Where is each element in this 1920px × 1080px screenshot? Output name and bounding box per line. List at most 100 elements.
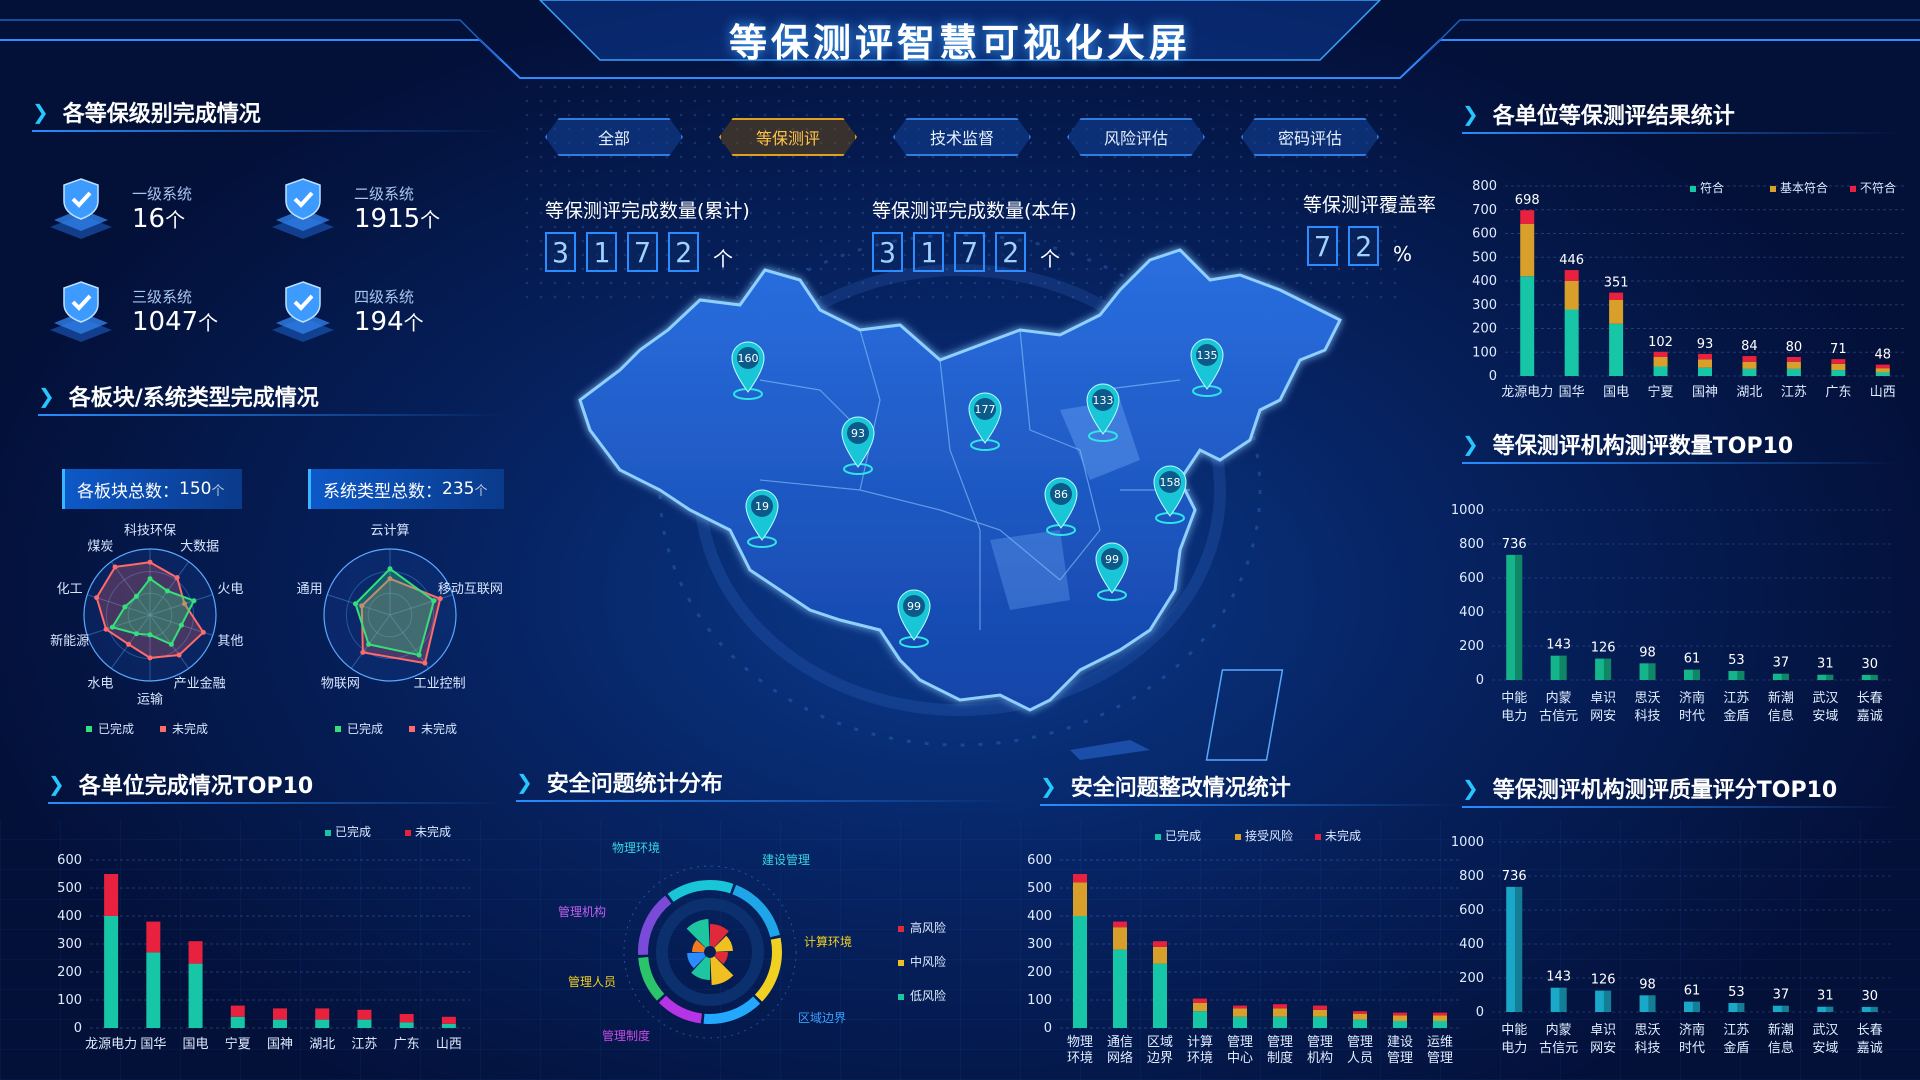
radar-axis-label: 物联网 (321, 676, 360, 691)
x-tick-label: 电力 (1501, 1041, 1527, 1056)
pin-value: 93 (851, 427, 865, 440)
x-tick-label: 信息 (1768, 1040, 1794, 1056)
radar-axis-label: 通用 (297, 582, 323, 597)
bar-segment (1653, 366, 1668, 376)
x-tick-label: 中心 (1227, 1051, 1253, 1066)
x-tick-label: 管理 (1227, 1035, 1253, 1050)
section-issues-title: ❯ 安全问题统计分布 (516, 762, 1016, 802)
x-tick-label: 中能 (1501, 691, 1527, 706)
data-label: 98 (1639, 977, 1656, 992)
x-tick-label: 思沃 (1635, 691, 1661, 706)
bar-segment (1313, 1005, 1327, 1010)
tab-risk[interactable]: 风险评估 (1067, 118, 1205, 156)
section-blocks-title: ❯ 各板块/系统类型完成情况 (38, 376, 508, 416)
x-tick-label: 江苏 (351, 1036, 377, 1052)
map-pin-icon[interactable]: 99 (892, 586, 936, 650)
radar-point (109, 624, 115, 630)
radar-chart-blocks: 科技环保大数据火电其他产业金融运输 水电 新能源 化工 煤炭 (50, 524, 243, 708)
x-tick-label: 济南 (1679, 1022, 1705, 1038)
radar-axis-label: 运输 (137, 691, 163, 707)
tab-all[interactable]: 全部 (545, 118, 683, 156)
y-tick-label: 1000 (1451, 503, 1484, 518)
map-pin-icon[interactable]: 93 (836, 413, 880, 477)
legend-item: 未完成 (409, 720, 457, 737)
data-label: 80 (1786, 340, 1803, 355)
radar-axis-label: 大数据 (180, 540, 219, 555)
radar-axis-label: 移动互联网 (438, 582, 503, 597)
level-label: 四级系统 (354, 287, 415, 306)
level-label: 三级系统 (132, 287, 193, 306)
data-label: 126 (1591, 973, 1616, 988)
legend-item: 已完成 (86, 720, 134, 737)
level-item: 一级系统 16个 (48, 175, 192, 241)
x-tick-label: 江苏 (1723, 690, 1749, 706)
legend-swatch (1850, 186, 1856, 192)
chart-issues-donut: 物理环境建设管理计算环境区域边界管理制度 管理人员 管理机构高风险中风险低风险 (558, 840, 946, 1043)
legend-swatch (1315, 834, 1321, 840)
bar-segment (104, 874, 119, 916)
map-pin-icon[interactable]: 177 (963, 389, 1007, 453)
y-tick-label: 200 (1027, 965, 1052, 980)
bar-segment (1113, 949, 1127, 1028)
legend-label: 中风险 (910, 954, 946, 969)
data-label: 48 (1875, 348, 1892, 363)
pin-value: 177 (975, 403, 996, 416)
radar-point (191, 598, 197, 604)
donut-label: 建设管理 (762, 852, 810, 867)
map-pin-icon[interactable]: 160 (726, 338, 770, 402)
map-pin-icon[interactable]: 135 (1185, 335, 1229, 399)
map-pin-icon[interactable]: 158 (1148, 462, 1192, 526)
data-label: 736 (1502, 869, 1527, 884)
shield-icon (50, 281, 112, 342)
radar-point (168, 641, 174, 647)
x-tick-label: 古信元 (1539, 1041, 1578, 1056)
bar-segment (1073, 916, 1087, 1028)
bar-segment (1831, 363, 1846, 371)
radar-point (200, 629, 206, 635)
radar-point (94, 595, 100, 601)
shield-icon (272, 178, 334, 239)
section-title-text: 等保测评机构测评数量TOP10 (1492, 434, 1794, 459)
box-value: 235 (442, 479, 475, 499)
x-tick-label: 卓识 (1590, 1023, 1616, 1038)
tab-tech-supervision[interactable]: 技术监督 (893, 118, 1031, 156)
bar-segment (1273, 1016, 1287, 1028)
y-tick-label: 300 (1027, 937, 1052, 952)
radar-point (366, 641, 372, 647)
bar-segment (1786, 361, 1801, 369)
data-label: 30 (1862, 989, 1879, 1004)
data-label: 98 (1639, 645, 1656, 660)
x-tick-label: 武汉 (1812, 1023, 1838, 1038)
legend-label: 未完成 (172, 722, 209, 736)
radar-axis-label: 火电 (217, 582, 243, 597)
bar-segment (1520, 276, 1535, 376)
x-tick-label: 管理 (1307, 1035, 1333, 1050)
y-tick-label: 400 (1027, 909, 1052, 924)
x-tick-label: 管理 (1267, 1035, 1293, 1050)
map-pin-icon[interactable]: 86 (1039, 474, 1083, 538)
radar-axis-label: 科技环保 (124, 524, 176, 539)
bar-segment (1698, 353, 1712, 360)
map-pin-icon[interactable]: 19 (740, 486, 784, 550)
bar-segment (1273, 1008, 1287, 1017)
donut-label: 管理机构 (558, 904, 606, 919)
tab-assessment[interactable]: 等保测评 (719, 118, 857, 156)
legend-swatch (1770, 186, 1776, 192)
tab-crypto[interactable]: 密码评估 (1241, 118, 1379, 156)
legend-label: 已完成 (1165, 828, 1201, 843)
legend-label: 符合 (1700, 180, 1724, 195)
radar-point (431, 598, 437, 604)
section-title-text: 各等保级别完成情况 (62, 102, 261, 127)
bar-segment (1875, 364, 1890, 369)
pin-value: 135 (1197, 349, 1218, 362)
x-tick-label: 物理 (1067, 1035, 1093, 1050)
bar-segment (1742, 368, 1757, 376)
map-pin-icon[interactable]: 99 (1090, 539, 1134, 603)
x-tick-label: 卓识 (1590, 691, 1616, 706)
y-tick-label: 800 (1459, 869, 1484, 884)
legend-swatch (405, 830, 411, 836)
bar-segment (1393, 1015, 1407, 1021)
map-pin-icon[interactable]: 133 (1081, 380, 1125, 444)
level-value: 194个 (354, 306, 424, 337)
legend-swatch (898, 994, 904, 1000)
